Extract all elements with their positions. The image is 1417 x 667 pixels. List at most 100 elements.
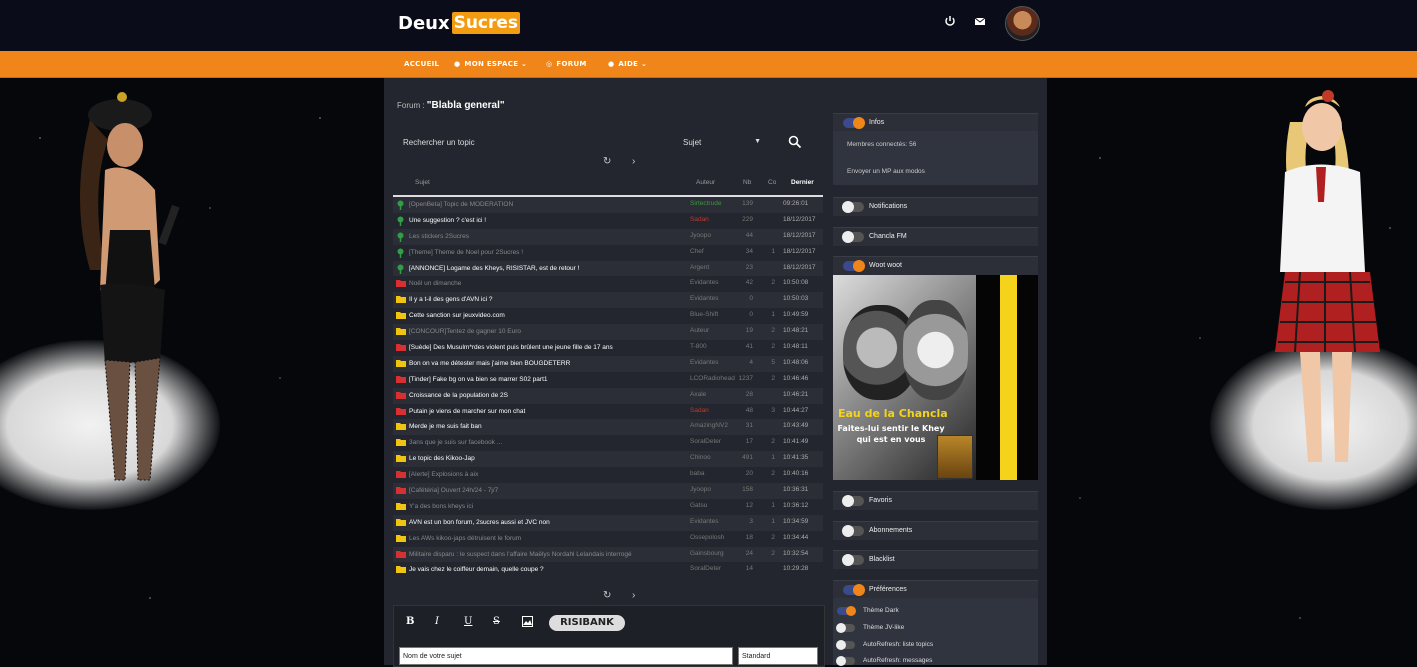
chancla-fm-toggle[interactable] bbox=[842, 231, 864, 243]
ad-slogan: Faites-lui sentir le Khey qui est en vou… bbox=[836, 423, 946, 445]
table-row[interactable]: Le topic des Kikoo-Jap Chinoo 491 1 10:41:35 bbox=[393, 451, 823, 468]
topic-title[interactable]: AVN est un bon forum, 2sucres aussi et J… bbox=[409, 519, 684, 526]
refresh-icon[interactable]: ↻ bbox=[603, 156, 611, 167]
subject-input[interactable]: Nom de votre sujet bbox=[399, 647, 733, 665]
topic-title[interactable]: Les stickers 2Sucres bbox=[409, 233, 684, 240]
table-row[interactable]: [ANNONCE] Logame des Kheys, RISISTAR, es… bbox=[393, 260, 823, 277]
col-co[interactable]: Co bbox=[768, 179, 776, 186]
site-logo[interactable]: Deux Sucres bbox=[398, 9, 521, 37]
strikethrough-button[interactable]: S bbox=[493, 616, 500, 627]
table-row[interactable]: Une suggestion ? c'est ici ! Sadan 229 18/1… bbox=[393, 212, 823, 229]
topic-title[interactable]: [Tinder] Fake bg on va bien se marrer S0… bbox=[409, 376, 684, 383]
table-row[interactable]: Cette sanction sur jeuxvideo.com Blue-Shi… bbox=[393, 308, 823, 325]
table-row[interactable]: [OpenBeta] Topic de MODERATION Sirtectrud… bbox=[393, 197, 823, 213]
table-row[interactable]: [CONCOUR]Tentez de gagner 10 Euro Auteur 1… bbox=[393, 324, 823, 341]
panel-blacklist[interactable]: Blacklist bbox=[833, 550, 1038, 569]
table-row[interactable]: AVN est un bon forum, 2sucres aussi et J… bbox=[393, 514, 823, 531]
preference-toggle[interactable] bbox=[836, 656, 855, 666]
user-avatar[interactable] bbox=[1005, 6, 1040, 41]
table-row[interactable]: [Cafétéria] Ouvert 24h/24 - 7j/7 Jyoopo 15… bbox=[393, 483, 823, 499]
panel-infos-header[interactable]: Infos bbox=[833, 113, 1038, 132]
next-page-icon-bottom[interactable]: › bbox=[632, 590, 635, 601]
topic-title[interactable]: Les AWs kikoo-japs détruisent le forum bbox=[409, 535, 684, 542]
next-page-icon[interactable]: › bbox=[632, 156, 635, 167]
search-field-select[interactable]: Sujet ▼ bbox=[683, 138, 761, 147]
topic-title[interactable]: [ANNONCE] Logame des Kheys, RISISTAR, es… bbox=[409, 265, 684, 272]
bold-button[interactable]: B bbox=[406, 616, 414, 627]
topic-title[interactable]: Putain je viens de marcher sur mon chat bbox=[409, 408, 684, 415]
topic-title[interactable]: Militaire disparu : le suspect dans l'af… bbox=[409, 551, 684, 558]
col-dernier[interactable]: Dernier bbox=[791, 179, 814, 186]
col-nb[interactable]: Nb bbox=[743, 179, 751, 186]
preferences-toggle[interactable] bbox=[843, 584, 865, 596]
notifications-toggle[interactable] bbox=[842, 201, 864, 213]
abonnements-toggle[interactable] bbox=[842, 525, 864, 537]
power-icon[interactable] bbox=[943, 15, 957, 29]
infos-toggle[interactable] bbox=[843, 117, 865, 129]
table-row[interactable]: Les stickers 2Sucres Jyoopo 44 18/12/2017 bbox=[393, 228, 823, 245]
table-row[interactable]: Bon on va me détester mais j'aime bien B… bbox=[393, 355, 823, 372]
table-row[interactable]: [Suède] Des Musulm*rdes violent puis brû… bbox=[393, 340, 823, 356]
panel-preferences[interactable]: Préférences bbox=[833, 580, 1038, 599]
send-mp-link[interactable]: Envoyer un MP aux modos bbox=[847, 168, 925, 175]
table-row[interactable]: Y'a des bons kheys ici Gatsu 12 1 10:36:12 bbox=[393, 498, 823, 515]
nav-mon-espace[interactable]: ● MON ESPACE ⌄ bbox=[454, 51, 527, 77]
image-icon[interactable] bbox=[522, 616, 533, 630]
woot-woot-ad-image[interactable]: Eau de la Chancla Faites-lui sentir le K… bbox=[833, 275, 1038, 480]
table-row[interactable]: Noël un dimanche Evidantes 42 2 10:50:08 bbox=[393, 276, 823, 293]
table-row[interactable]: Les AWs kikoo-japs détruisent le forum Os… bbox=[393, 530, 823, 547]
topic-title[interactable]: [Cafétéria] Ouvert 24h/24 - 7j/7 bbox=[409, 487, 684, 494]
panel-chancla-fm[interactable]: Chancla FM bbox=[833, 227, 1038, 246]
blacklist-toggle[interactable] bbox=[842, 554, 864, 566]
topic-title[interactable]: Une suggestion ? c'est ici ! bbox=[409, 217, 684, 224]
panel-favoris[interactable]: Favoris bbox=[833, 491, 1038, 510]
preference-toggle[interactable] bbox=[836, 640, 855, 650]
nav-accueil[interactable]: ACCUEIL bbox=[404, 51, 439, 77]
topic-title[interactable]: Cette sanction sur jeuxvideo.com bbox=[409, 312, 684, 319]
table-row[interactable]: Croissance de la population de 2S Axale 28… bbox=[393, 387, 823, 404]
search-button[interactable] bbox=[788, 135, 802, 149]
topic-title[interactable]: Il y a t-il des gens d'AVN ici ? bbox=[409, 296, 684, 303]
table-row[interactable]: Je vais chez le coiffeur demain, quelle … bbox=[393, 562, 823, 579]
topic-title[interactable]: [Theme] Theme de Noel pour 2Sucres ! bbox=[409, 249, 684, 256]
table-row[interactable]: Il y a t-il des gens d'AVN ici ? Evidante… bbox=[393, 292, 823, 309]
italic-button[interactable]: I bbox=[435, 616, 439, 627]
underline-button[interactable]: U bbox=[464, 616, 472, 627]
table-row[interactable]: [Tinder] Fake bg on va bien se marrer S0… bbox=[393, 371, 823, 388]
table-row[interactable]: Putain je viens de marcher sur mon chat S… bbox=[393, 403, 823, 420]
topic-title[interactable]: Noël un dimanche bbox=[409, 280, 684, 287]
search-input[interactable]: Rechercher un topic bbox=[403, 138, 475, 147]
panel-notifications[interactable]: Notifications bbox=[833, 197, 1038, 216]
table-row[interactable]: Merde je me suis fait ban AmazingNV2 31 10:… bbox=[393, 419, 823, 436]
table-row[interactable]: Militaire disparu : le suspect dans l'af… bbox=[393, 546, 823, 563]
nav-aide[interactable]: ● AIDE ⌄ bbox=[608, 51, 647, 77]
topic-title[interactable]: Croissance de la population de 2S bbox=[409, 392, 684, 399]
col-sujet[interactable]: Sujet bbox=[415, 179, 430, 186]
col-auteur[interactable]: Auteur bbox=[696, 179, 715, 186]
topic-type-select[interactable]: Standard bbox=[738, 647, 818, 665]
preference-toggle[interactable] bbox=[837, 606, 856, 616]
search-icon bbox=[788, 135, 802, 149]
nav-forum[interactable]: ◎ FORUM bbox=[546, 51, 587, 77]
table-row[interactable]: [Alerte] Explosions à aix baba 20 2 10:40:16 bbox=[393, 467, 823, 484]
mail-icon[interactable] bbox=[973, 15, 987, 29]
topic-title[interactable]: Y'a des bons kheys ici bbox=[409, 503, 684, 510]
panel-woot-woot[interactable]: Woot woot bbox=[833, 256, 1038, 275]
topic-title[interactable]: [Suède] Des Musulm*rdes violent puis brû… bbox=[409, 344, 684, 351]
topic-title[interactable]: Bon on va me détester mais j'aime bien B… bbox=[409, 360, 684, 367]
topic-title[interactable]: [OpenBeta] Topic de MODERATION bbox=[409, 201, 684, 208]
table-row[interactable]: 3ans que je suis sur facebook ... SoralDe… bbox=[393, 435, 823, 452]
topic-title[interactable]: [CONCOUR]Tentez de gagner 10 Euro bbox=[409, 328, 684, 335]
topic-title[interactable]: 3ans que je suis sur facebook ... bbox=[409, 439, 684, 446]
topic-title[interactable]: Merde je me suis fait ban bbox=[409, 423, 684, 430]
topic-title[interactable]: Je vais chez le coiffeur demain, quelle … bbox=[409, 566, 684, 573]
table-row[interactable]: [Theme] Theme de Noel pour 2Sucres ! Chef… bbox=[393, 244, 823, 261]
risibank-button[interactable]: RISIBANK bbox=[549, 615, 625, 631]
refresh-icon-bottom[interactable]: ↻ bbox=[603, 590, 611, 601]
topic-title[interactable]: Le topic des Kikoo-Jap bbox=[409, 455, 684, 462]
favoris-toggle[interactable] bbox=[842, 495, 864, 507]
topic-title[interactable]: [Alerte] Explosions à aix bbox=[409, 471, 684, 478]
panel-abonnements[interactable]: Abonnements bbox=[833, 521, 1038, 540]
woot-woot-toggle[interactable] bbox=[843, 260, 865, 272]
preference-toggle[interactable] bbox=[836, 623, 855, 633]
